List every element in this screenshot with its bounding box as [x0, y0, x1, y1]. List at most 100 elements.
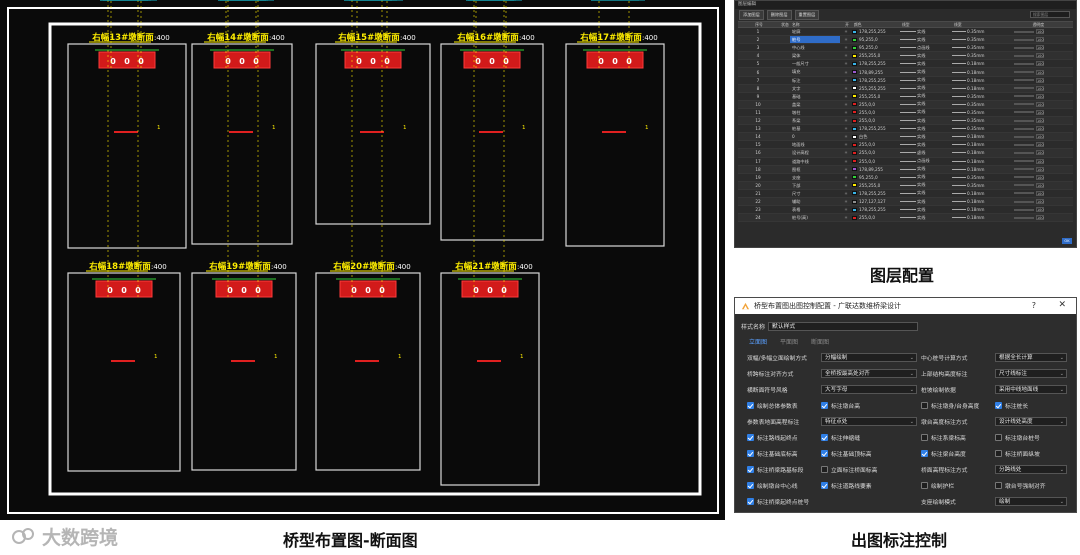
layer-visible-icon[interactable]: ☀: [840, 159, 852, 164]
layer-linetype-cell[interactable]: 实线: [900, 77, 952, 83]
layer-name[interactable]: 尺寸: [790, 190, 840, 197]
layer-transparency-cell[interactable]: 100: [1002, 190, 1046, 196]
layer-color-cell[interactable]: 255,0,0: [852, 102, 900, 107]
layer-lineweight-cell[interactable]: 0.18mm: [952, 70, 1002, 75]
layer-row[interactable]: 6 填充 ☀ 178,89,255 实线 0.18mm 100: [738, 68, 1073, 77]
layer-visible-icon[interactable]: ☀: [840, 78, 852, 83]
layer-transparency-cell[interactable]: 100: [1002, 142, 1046, 148]
col-color[interactable]: 颜色: [852, 22, 900, 27]
layer-row[interactable]: 19 支座 ☀ 95,255,0 实线 0.35mm 100: [738, 174, 1073, 182]
transparency-slider[interactable]: [1014, 151, 1034, 154]
layer-color-cell[interactable]: 178,255,255: [852, 61, 900, 66]
layer-visible-icon[interactable]: ☀: [840, 215, 852, 220]
layer-name[interactable]: 中心线: [790, 44, 840, 51]
transparency-slider[interactable]: [1014, 176, 1034, 179]
checkbox[interactable]: [995, 450, 1002, 457]
col-index[interactable]: 序号: [738, 22, 778, 27]
layer-color-cell[interactable]: 95,255,0: [852, 175, 900, 180]
transparency-value[interactable]: 100: [1036, 142, 1044, 148]
layer-visible-icon[interactable]: ☀: [840, 70, 852, 75]
setting-dropdown[interactable]: 尺寸线标注 ⌄: [995, 369, 1067, 378]
layer-visible-icon[interactable]: ☀: [840, 102, 852, 107]
layer-name[interactable]: 地面线: [790, 141, 840, 148]
transparency-slider[interactable]: [1014, 119, 1034, 122]
layer-lineweight-cell[interactable]: 0.35mm: [952, 53, 1002, 58]
setting-dropdown[interactable]: 根据全长计算 ⌄: [995, 353, 1067, 362]
layer-linetype-cell[interactable]: 实线: [900, 190, 952, 196]
transparency-value[interactable]: 100: [1036, 45, 1044, 51]
layer-visible-icon[interactable]: ☀: [840, 29, 852, 34]
layer-transparency-cell[interactable]: 100: [1002, 134, 1046, 140]
layer-linetype-cell[interactable]: 实线: [900, 142, 952, 148]
setting-checkbox[interactable]: 标注道路线要素: [821, 481, 872, 490]
layer-row[interactable]: 20 下部 ☀ 255,255,0 实线 0.35mm 100: [738, 181, 1073, 190]
layer-color-cell[interactable]: 255,0,0: [852, 150, 900, 155]
col-transparency[interactable]: 透明度: [1002, 22, 1046, 27]
layer-linetype-cell[interactable]: 实线: [900, 118, 952, 124]
checkbox[interactable]: [995, 402, 1002, 409]
transparency-value[interactable]: 100: [1036, 199, 1044, 205]
transparency-value[interactable]: 100: [1036, 126, 1044, 132]
transparency-slider[interactable]: [1014, 111, 1034, 114]
layer-visible-icon[interactable]: ☀: [840, 191, 852, 196]
layer-name[interactable]: 填充: [790, 68, 840, 75]
layer-linetype-cell[interactable]: 实线: [900, 29, 952, 35]
transparency-value[interactable]: 100: [1036, 166, 1044, 172]
layer-lineweight-cell[interactable]: 0.18mm: [952, 61, 1002, 66]
layer-name[interactable]: 下部: [790, 182, 840, 189]
layer-color-cell[interactable]: 178,89,255: [852, 167, 900, 172]
layer-color-cell[interactable]: 255,0,0: [852, 118, 900, 123]
layer-linetype-cell[interactable]: 实线: [900, 207, 952, 213]
layer-name[interactable]: 表格: [790, 206, 840, 213]
layer-color-cell[interactable]: 255,255,0: [852, 183, 900, 188]
layer-transparency-cell[interactable]: 100: [1002, 29, 1046, 35]
transparency-value[interactable]: 100: [1036, 37, 1044, 43]
checkbox[interactable]: [921, 402, 928, 409]
setting-checkbox[interactable]: 标注基础顶标高: [821, 449, 872, 458]
setting-checkbox[interactable]: 标注桥梁路基标段: [747, 465, 803, 474]
layer-visible-icon[interactable]: ☀: [840, 53, 852, 58]
layer-linetype-cell[interactable]: 实线: [900, 93, 952, 99]
layer-linetype-cell[interactable]: 实线: [900, 134, 952, 140]
layer-linetype-cell[interactable]: 点画线: [900, 158, 952, 164]
transparency-value[interactable]: 100: [1036, 93, 1044, 99]
layer-transparency-cell[interactable]: 100: [1002, 182, 1046, 188]
checkbox[interactable]: [747, 402, 754, 409]
layer-linetype-cell[interactable]: 实线: [900, 37, 952, 43]
close-icon[interactable]: ✕: [1058, 300, 1066, 310]
layer-row[interactable]: 22 辅助 ☀ 127,127,127 实线 0.18mm 100: [738, 197, 1073, 207]
dropdown-select[interactable]: 全桥按最高处对齐 ⌄: [821, 369, 917, 378]
layer-visible-icon[interactable]: ☀: [840, 183, 852, 188]
layer-lineweight-cell[interactable]: 0.18mm: [952, 191, 1002, 196]
transparency-slider[interactable]: [1014, 62, 1034, 65]
layer-transparency-cell[interactable]: 100: [1002, 215, 1046, 221]
layer-name[interactable]: 辅助: [790, 198, 840, 205]
transparency-slider[interactable]: [1014, 87, 1034, 90]
layer-lineweight-cell[interactable]: 0.18mm: [952, 167, 1002, 172]
layer-color-cell[interactable]: 255,0,0: [852, 142, 900, 147]
setting-checkbox[interactable]: 绘制总体参数表: [747, 401, 798, 410]
transparency-value[interactable]: 100: [1036, 182, 1044, 188]
layer-lineweight-cell[interactable]: 0.35mm: [952, 110, 1002, 115]
setting-checkbox[interactable]: 标注基础底标高: [747, 449, 798, 458]
dropdown-select[interactable]: 设计线处高度 ⌄: [995, 417, 1067, 426]
col-visible[interactable]: 开: [840, 22, 852, 27]
layer-name[interactable]: 设计高程: [790, 149, 840, 156]
transparency-value[interactable]: 100: [1036, 158, 1044, 164]
layer-visible-icon[interactable]: ☀: [840, 45, 852, 50]
layer-transparency-cell[interactable]: 100: [1002, 158, 1046, 164]
layer-color-cell[interactable]: 178,255,255: [852, 29, 900, 34]
help-icon[interactable]: ?: [1032, 301, 1036, 310]
layer-color-cell[interactable]: 255,255,0: [852, 94, 900, 99]
setting-dropdown[interactable]: 绘制 ⌄: [995, 497, 1067, 506]
layer-transparency-cell[interactable]: 100: [1002, 93, 1046, 99]
transparency-slider[interactable]: [1014, 168, 1034, 171]
layer-name[interactable]: 轮廓: [790, 28, 840, 35]
layer-name[interactable]: 桩基: [790, 125, 840, 132]
layer-transparency-cell[interactable]: 100: [1002, 85, 1046, 91]
layer-transparency-cell[interactable]: 100: [1002, 150, 1046, 156]
checkbox[interactable]: [995, 434, 1002, 441]
col-linetype[interactable]: 线型: [900, 22, 952, 27]
transparency-value[interactable]: 100: [1036, 101, 1044, 107]
layer-transparency-cell[interactable]: 100: [1002, 126, 1046, 132]
